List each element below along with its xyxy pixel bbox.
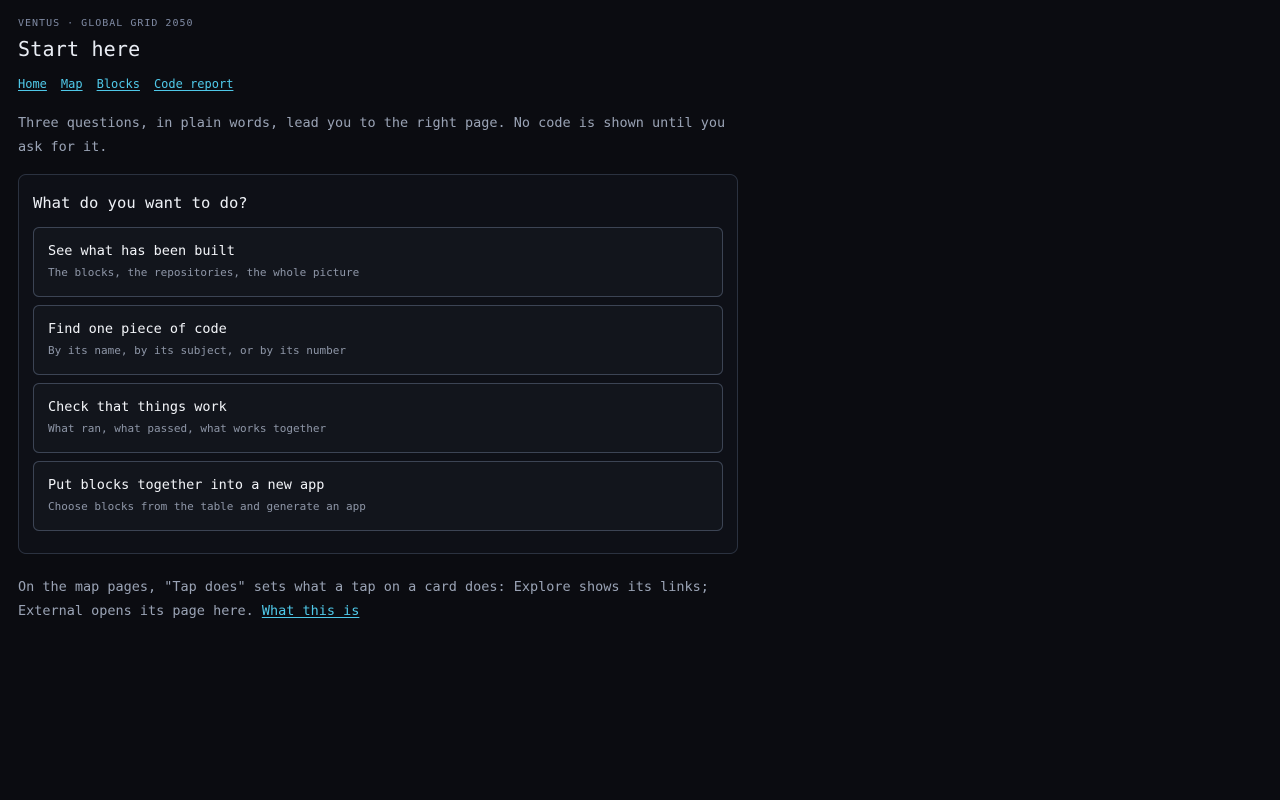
page: VENTUS · GLOBAL GRID 2050 Start here Hom…: [18, 0, 738, 623]
nav-link-map[interactable]: Map: [61, 76, 83, 92]
option-description: By its name, by its subject, or by its n…: [48, 344, 347, 357]
option-title: Check that things work: [48, 399, 227, 415]
question-title: What do you want to do?: [33, 194, 248, 212]
option-build-app[interactable]: Put blocks together into a new app Choos…: [33, 461, 723, 531]
what-this-is-link[interactable]: What this is: [262, 603, 360, 619]
option-title: See what has been built: [48, 243, 235, 259]
footer-text: On the map pages, "Tap does" sets what a…: [18, 579, 709, 619]
top-nav: Home Map Blocks Code report: [18, 76, 738, 92]
page-title: Start here: [18, 37, 141, 61]
option-find-code[interactable]: Find one piece of code By its name, by i…: [33, 305, 723, 375]
nav-link-code-report[interactable]: Code report: [154, 76, 233, 92]
option-description: What ran, what passed, what works togeth…: [48, 422, 327, 435]
site-eyebrow: VENTUS · GLOBAL GRID 2050: [18, 18, 194, 29]
nav-link-blocks[interactable]: Blocks: [97, 76, 140, 92]
option-title: Find one piece of code: [48, 321, 227, 337]
option-description: Choose blocks from the table and generat…: [48, 500, 366, 513]
footer-note: On the map pages, "Tap does" sets what a…: [18, 576, 738, 623]
option-see-built[interactable]: See what has been built The blocks, the …: [33, 227, 723, 297]
option-check-works[interactable]: Check that things work What ran, what pa…: [33, 383, 723, 453]
option-description: The blocks, the repositories, the whole …: [48, 266, 360, 279]
question-panel: What do you want to do? See what has bee…: [18, 174, 738, 554]
nav-link-home[interactable]: Home: [18, 76, 47, 92]
intro-text: Three questions, in plain words, lead yo…: [18, 115, 726, 155]
option-title: Put blocks together into a new app: [48, 477, 325, 493]
